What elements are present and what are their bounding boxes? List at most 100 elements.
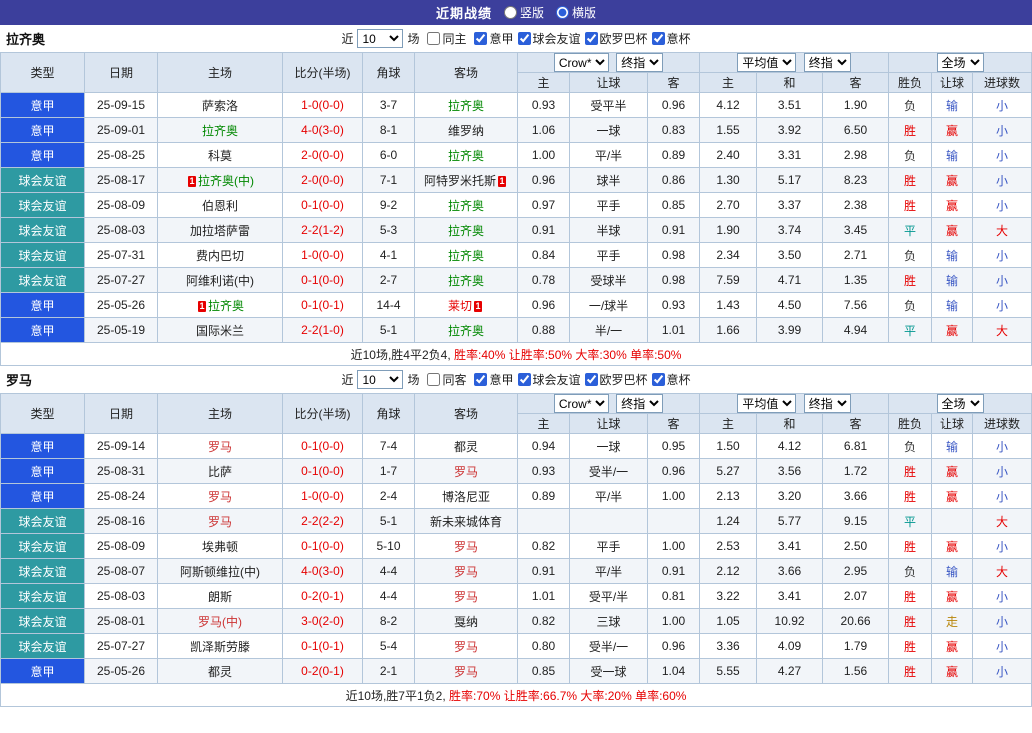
league-label: 意杯 xyxy=(666,372,691,387)
half-full-score: 0-2(0-1) xyxy=(282,658,363,684)
asian-away-odds: 1.00 xyxy=(646,608,701,634)
asian-odds-time-select[interactable]: 终指 xyxy=(616,394,664,413)
home-team-name[interactable]: 拉齐奥(中) xyxy=(198,174,254,188)
away-team: 拉齐奥 xyxy=(414,142,518,168)
league-checkbox[interactable] xyxy=(474,372,488,386)
same-venue-checkbox[interactable] xyxy=(427,373,441,386)
away-team: 拉齐奥 xyxy=(414,267,518,293)
corner-score: 5-1 xyxy=(362,317,415,343)
away-team-name[interactable]: 拉齐奥 xyxy=(448,199,484,213)
scope-select[interactable]: 全场 xyxy=(936,53,984,72)
team-name: 拉齐奥 xyxy=(6,32,46,47)
league-filter[interactable]: 意甲 xyxy=(474,30,514,47)
corner-score: 5-3 xyxy=(362,217,415,243)
asian-handicap: 受平/半 xyxy=(569,583,648,609)
euro-odds-company-select[interactable]: 平均值 xyxy=(737,53,797,72)
league-checkbox[interactable] xyxy=(651,31,665,45)
away-team-name[interactable]: 阿特罗米托斯 xyxy=(424,174,496,188)
away-team-name[interactable]: 罗马 xyxy=(454,565,478,579)
away-team-name[interactable]: 罗马 xyxy=(454,465,478,479)
goals-result: 小 xyxy=(972,117,1032,143)
away-team-name[interactable]: 戛纳 xyxy=(454,615,478,629)
away-team-name[interactable]: 拉齐奥 xyxy=(448,99,484,113)
euro-home-odds: 1.55 xyxy=(699,117,758,143)
euro-odds-time-select[interactable]: 终指 xyxy=(803,53,851,72)
league-filter[interactable]: 欧罗巴杯 xyxy=(584,30,648,47)
home-team-name[interactable]: 伯恩利 xyxy=(202,199,238,213)
layout-vertical-option[interactable]: 竖版 xyxy=(503,4,544,21)
league-checkbox[interactable] xyxy=(584,31,598,45)
away-team-name[interactable]: 罗马 xyxy=(454,640,478,654)
euro-away-odds: 3.66 xyxy=(822,483,890,509)
euro-draw-odds: 3.74 xyxy=(756,217,824,243)
asian-handicap xyxy=(569,508,648,534)
away-team-name[interactable]: 新未来城体育 xyxy=(430,515,502,529)
home-team-name[interactable]: 罗马 xyxy=(208,440,232,454)
asian-odds-company-select[interactable]: Crow* xyxy=(553,394,609,413)
match-row: 球会友谊 25-08-07 阿斯顿维拉(中) 4-0(3-0) 4-4 罗马 0.91 平/半… xyxy=(0,558,1032,584)
league-type-badge: 意甲 xyxy=(0,483,85,509)
away-team-name[interactable]: 罗马 xyxy=(454,665,478,679)
home-team-name[interactable]: 朗斯 xyxy=(208,590,232,604)
home-team-name[interactable]: 加拉塔萨雷 xyxy=(190,224,250,238)
home-team-name[interactable]: 拉齐奥 xyxy=(208,299,244,313)
same-venue-filter[interactable]: 同主 xyxy=(427,30,466,47)
league-filter[interactable]: 意杯 xyxy=(651,371,691,388)
away-team-name[interactable]: 罗马 xyxy=(454,540,478,554)
asian-odds-company-select[interactable]: Crow* xyxy=(553,53,609,72)
home-team-name[interactable]: 埃弗顿 xyxy=(202,540,238,554)
league-checkbox[interactable] xyxy=(584,372,598,386)
same-venue-filter[interactable]: 同客 xyxy=(427,371,466,388)
home-team-name[interactable]: 国际米兰 xyxy=(196,324,244,338)
corner-score: 4-1 xyxy=(362,242,415,268)
home-team-name[interactable]: 萨索洛 xyxy=(202,99,238,113)
away-team-name[interactable]: 拉齐奥 xyxy=(448,249,484,263)
corner-score: 14-4 xyxy=(362,292,415,318)
home-team-name[interactable]: 比萨 xyxy=(208,465,232,479)
filter-bar: 近 10 场 同主 意甲 球会友谊 欧罗巴杯 意杯 xyxy=(341,29,691,48)
league-filter[interactable]: 欧罗巴杯 xyxy=(584,371,648,388)
euro-odds-time-select[interactable]: 终指 xyxy=(803,394,851,413)
away-team-name[interactable]: 罗马 xyxy=(454,590,478,604)
asian-odds-time-select[interactable]: 终指 xyxy=(616,53,664,72)
league-filter[interactable]: 球会友谊 xyxy=(517,371,581,388)
away-team-name[interactable]: 都灵 xyxy=(454,440,478,454)
home-team-name[interactable]: 科莫 xyxy=(208,149,232,163)
vertical-layout-radio[interactable] xyxy=(503,6,517,19)
league-type-badge: 球会友谊 xyxy=(0,508,85,534)
league-filter[interactable]: 球会友谊 xyxy=(517,30,581,47)
home-team-name[interactable]: 阿斯顿维拉(中) xyxy=(180,565,260,579)
layout-horizontal-option[interactable]: 横版 xyxy=(556,4,596,21)
match-count-select[interactable]: 10 xyxy=(357,370,404,389)
league-checkbox[interactable] xyxy=(517,31,531,45)
home-team-name[interactable]: 罗马(中) xyxy=(198,615,242,629)
league-checkbox[interactable] xyxy=(651,372,665,386)
away-team-name[interactable]: 莱切 xyxy=(448,299,472,313)
home-team-name[interactable]: 费内巴切 xyxy=(196,249,244,263)
scope-select[interactable]: 全场 xyxy=(936,394,984,413)
asian-home-odds: 0.97 xyxy=(517,192,570,218)
home-team-name[interactable]: 拉齐奥 xyxy=(202,124,238,138)
away-team-name[interactable]: 拉齐奥 xyxy=(448,149,484,163)
horizontal-layout-radio[interactable] xyxy=(556,6,569,19)
home-team-name[interactable]: 阿维利诺(中) xyxy=(186,274,254,288)
away-team-name[interactable]: 维罗纳 xyxy=(448,124,484,138)
away-team-name[interactable]: 博洛尼亚 xyxy=(442,490,490,504)
league-checkbox[interactable] xyxy=(517,372,531,386)
home-team-name[interactable]: 罗马 xyxy=(208,490,232,504)
away-team-name[interactable]: 拉齐奥 xyxy=(448,324,484,338)
match-count-select[interactable]: 10 xyxy=(357,29,404,48)
home-team-name[interactable]: 都灵 xyxy=(208,665,232,679)
euro-away-odds: 2.71 xyxy=(822,242,890,268)
home-team-name[interactable]: 罗马 xyxy=(208,515,232,529)
summary-rates: 胜率:70% 让胜率:66.7% 大率:20% 单率:60% xyxy=(449,688,687,703)
euro-odds-company-select[interactable]: 平均值 xyxy=(737,394,797,413)
league-filter[interactable]: 意甲 xyxy=(474,371,514,388)
away-team-name[interactable]: 拉齐奥 xyxy=(448,274,484,288)
away-team-name[interactable]: 拉齐奥 xyxy=(448,224,484,238)
red-card-icon: 1 xyxy=(188,175,196,187)
same-venue-checkbox[interactable] xyxy=(427,32,441,45)
home-team-name[interactable]: 凯泽斯劳滕 xyxy=(190,640,250,654)
league-checkbox[interactable] xyxy=(474,31,488,45)
league-filter[interactable]: 意杯 xyxy=(651,30,691,47)
